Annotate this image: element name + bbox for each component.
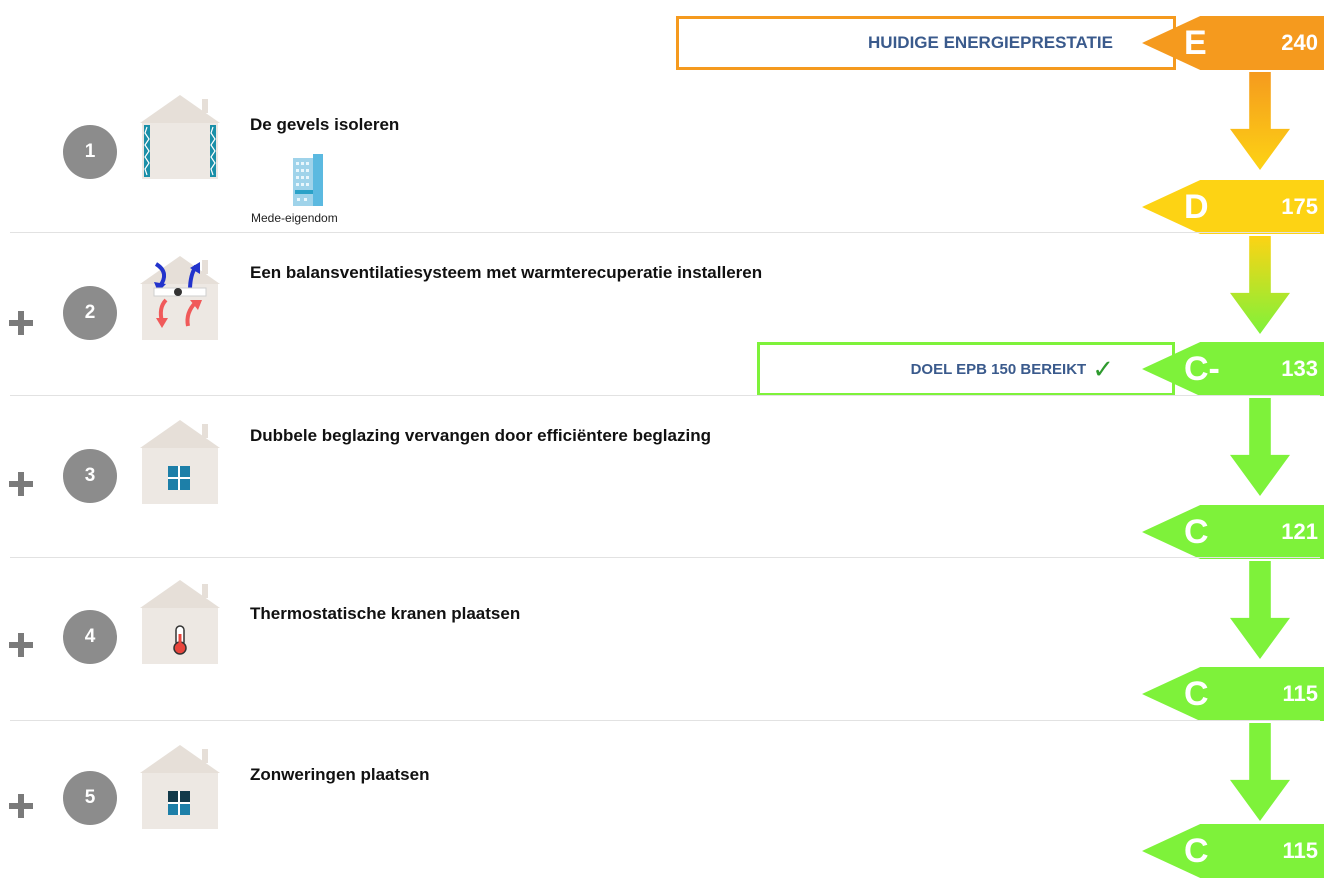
thermostat-house-icon bbox=[140, 580, 220, 664]
insulated-walls-house-icon bbox=[140, 95, 220, 179]
energy-value: 115 bbox=[1282, 838, 1319, 863]
energy-class: C bbox=[1184, 832, 1209, 870]
energy-value: 240 bbox=[1281, 30, 1318, 55]
plus-icon bbox=[9, 794, 33, 818]
current-performance-label: HUIDIGE ENERGIEPRESTATIE bbox=[868, 33, 1113, 52]
current-performance-box: HUIDIGE ENERGIEPRESTATIE bbox=[676, 16, 1176, 70]
sunshade-house-icon bbox=[140, 745, 220, 829]
window-house-icon bbox=[140, 420, 220, 504]
down-arrow-icon bbox=[1230, 398, 1290, 496]
energy-class: E bbox=[1184, 24, 1207, 62]
down-arrow-icon bbox=[1230, 561, 1290, 659]
down-arrow-icon bbox=[1230, 723, 1290, 821]
energy-value: 115 bbox=[1282, 681, 1319, 706]
plus-icon bbox=[9, 633, 33, 657]
down-arrow-icon bbox=[1230, 72, 1290, 170]
energy-class: C bbox=[1184, 675, 1209, 713]
energy-label-step-1: D 175 bbox=[1142, 180, 1324, 234]
down-arrow-icon bbox=[1230, 236, 1290, 334]
energy-value: 121 bbox=[1281, 519, 1318, 544]
measure-title: Zonweringen plaatsen bbox=[250, 765, 430, 784]
row-divider bbox=[10, 557, 1320, 558]
row-divider bbox=[10, 395, 1320, 396]
co-ownership-label: Mede-eigendom bbox=[251, 211, 338, 225]
target-reached-box: DOEL EPB 150 BEREIKT ✓ bbox=[757, 342, 1175, 396]
row-divider bbox=[10, 232, 1320, 233]
step-number: 1 bbox=[63, 125, 117, 179]
energy-label-step-3: C 121 bbox=[1142, 505, 1324, 559]
step-number: 5 bbox=[63, 771, 117, 825]
building-icon bbox=[293, 154, 323, 206]
plus-icon bbox=[9, 311, 33, 335]
measure-title: Dubbele beglazing vervangen door efficië… bbox=[250, 426, 711, 445]
row-divider bbox=[10, 720, 1320, 721]
ventilation-house-icon bbox=[140, 256, 220, 340]
energy-class: C bbox=[1184, 513, 1209, 551]
energy-label-step-5: C 115 bbox=[1142, 824, 1324, 878]
energy-value: 175 bbox=[1281, 194, 1318, 219]
energy-class: C- bbox=[1184, 350, 1220, 388]
step-number: 2 bbox=[63, 286, 117, 340]
step-number: 4 bbox=[63, 610, 117, 664]
measure-title: Thermostatische kranen plaatsen bbox=[250, 604, 521, 623]
step-number: 3 bbox=[63, 449, 117, 503]
plus-icon bbox=[9, 472, 33, 496]
checkmark-icon: ✓ bbox=[1092, 354, 1114, 384]
measure-title: Een balansventilatiesysteem met warmtere… bbox=[250, 263, 763, 282]
target-reached-label: DOEL EPB 150 BEREIKT bbox=[910, 360, 1087, 378]
measure-title: De gevels isoleren bbox=[250, 115, 400, 134]
energy-class: D bbox=[1184, 188, 1209, 226]
energy-label-step-4: C 115 bbox=[1142, 667, 1324, 721]
energy-value: 133 bbox=[1281, 356, 1318, 381]
